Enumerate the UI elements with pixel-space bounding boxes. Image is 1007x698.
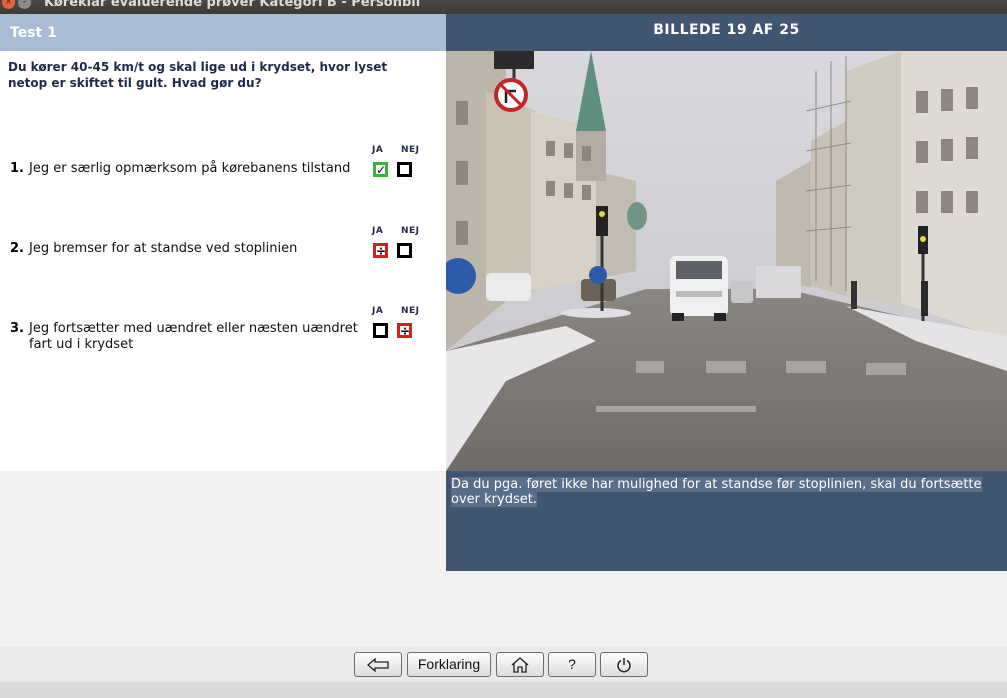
answer-number: 3.	[10, 321, 24, 336]
minimize-window-icon[interactable]: –	[18, 0, 31, 9]
test-title: Test 1	[10, 25, 57, 41]
home-button[interactable]	[496, 652, 544, 677]
explanation-button[interactable]: Forklaring	[407, 652, 491, 677]
left-lower-area	[0, 471, 446, 571]
back-button[interactable]	[354, 652, 402, 677]
answer-text: Jeg fortsætter med uændret eller næsten …	[29, 321, 358, 352]
yes-column-header: JA	[372, 306, 384, 316]
no-checkbox[interactable]	[397, 162, 412, 177]
answer-text: Jeg bremser for at standse ved stoplinie…	[29, 241, 298, 256]
yes-checkbox[interactable]: ✓	[373, 162, 388, 177]
no-checkbox[interactable]	[397, 243, 412, 258]
yes-checkbox[interactable]: ÷	[373, 243, 388, 258]
yes-checkbox[interactable]	[373, 323, 388, 338]
no-column-header: NEJ	[401, 306, 420, 316]
power-icon	[617, 658, 631, 673]
status-strip	[0, 682, 1007, 698]
explanation-text: Da du pga. føret ikke har mulighed for a…	[451, 477, 1001, 507]
no-column-header: NEJ	[401, 145, 420, 155]
traffic-scene-image	[446, 51, 1007, 471]
question-panel: Du kører 40-45 km/t og skal lige ud i kr…	[0, 51, 446, 471]
arrow-left-icon	[367, 657, 389, 673]
yes-column-header: JA	[372, 226, 384, 236]
quit-button[interactable]	[600, 652, 648, 677]
help-button[interactable]: ?	[548, 652, 596, 677]
window-titlebar: × – Køreklar evaluerende prøver Kategori…	[0, 0, 1007, 14]
street-scene-illustration	[446, 51, 1007, 471]
no-checkbox[interactable]: ÷	[397, 323, 412, 338]
home-icon	[511, 657, 529, 673]
no-column-header: NEJ	[401, 226, 420, 236]
answer-number: 1.	[10, 161, 24, 176]
answer-number: 2.	[10, 241, 24, 256]
explanation-highlight: Da du pga. føret ikke har mulighed for a…	[451, 477, 982, 507]
test-header: Test 1	[0, 14, 446, 51]
explanation-panel: Da du pga. føret ikke har mulighed for a…	[446, 471, 1007, 571]
yes-column-header: JA	[372, 145, 384, 155]
navigation-toolbar: Forklaring ?	[0, 647, 1007, 682]
image-counter: BILLEDE 19 AF 25	[653, 22, 800, 38]
close-window-icon[interactable]: ×	[2, 0, 15, 9]
question-text: Du kører 40-45 km/t og skal lige ud i kr…	[8, 60, 388, 90]
window-title: Køreklar evaluerende prøver Kategori B -…	[44, 0, 421, 10]
answer-text: Jeg er særlig opmærksom på kørebanens ti…	[29, 161, 351, 176]
image-header: BILLEDE 19 AF 25	[446, 14, 1007, 51]
